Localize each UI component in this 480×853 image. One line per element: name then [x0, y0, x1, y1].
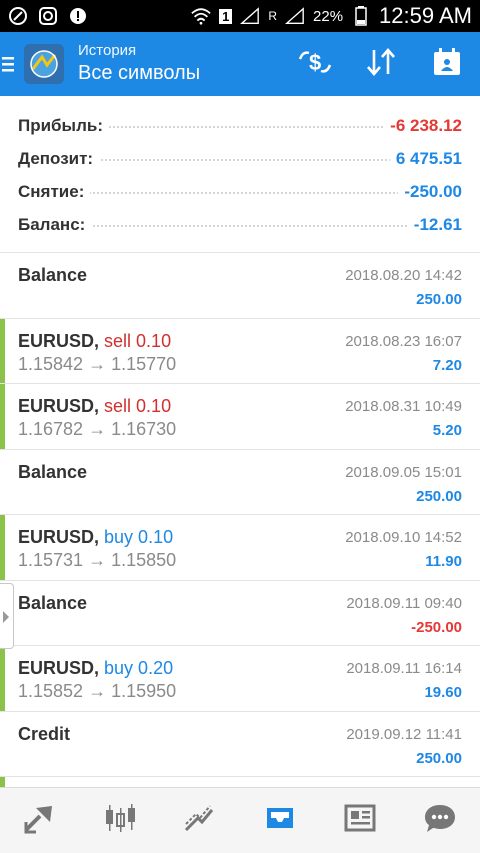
summary-label: Баланс: — [18, 214, 92, 235]
summary-value: -12.61 — [407, 214, 462, 235]
symbol-filter-button[interactable]: $ — [282, 32, 348, 96]
chart-candles-icon — [102, 800, 138, 841]
news-icon — [342, 800, 378, 841]
summary-row-withdrawal: Снятие: -250.00 — [18, 175, 462, 208]
history-profit: 5.20 — [432, 422, 462, 439]
weather-alert-icon — [68, 6, 88, 26]
trade-indicator-bar — [0, 646, 5, 711]
app-logo-icon[interactable] — [24, 44, 64, 84]
trade-icon — [182, 800, 218, 841]
history-time: 2018.08.31 10:49 — [345, 398, 462, 415]
history-time: 2019.09.12 11:41 — [346, 725, 462, 743]
bottom-nav — [0, 787, 480, 853]
period-button[interactable] — [414, 32, 480, 96]
trade-indicator-bar — [0, 384, 5, 449]
trade-prices: 1.16782 → 1.16730 — [18, 419, 177, 439]
history-row[interactable]: Balance 2018.09.11 09:40 -250.00 — [0, 579, 480, 646]
summary-label: Снятие: — [18, 181, 91, 202]
sort-button[interactable] — [348, 32, 414, 96]
nav-news[interactable] — [330, 791, 390, 851]
status-bar: 1 R 22% 12:59 AM — [0, 0, 480, 32]
symbol-name: EURUSD, — [18, 527, 100, 547]
history-profit: 250.00 — [416, 487, 462, 505]
history-profit: 11.90 — [425, 553, 462, 570]
nav-quotes[interactable] — [10, 791, 70, 851]
history-row[interactable]: Credit 2019.09.12 11:41 250.00 — [0, 710, 480, 777]
nav-chat[interactable] — [410, 791, 470, 851]
history-profit: 7.20 — [432, 356, 462, 374]
history-profit: -250.00 — [411, 618, 462, 636]
app-bar: История Все символы $ — [0, 32, 480, 96]
symbol-name: EURUSD, — [18, 396, 100, 416]
summary-value: 6 475.51 — [389, 148, 462, 169]
battery-icon — [351, 6, 371, 26]
svg-text:$: $ — [309, 50, 321, 75]
history-time: 2018.09.11 16:14 — [346, 660, 462, 677]
trade-direction: buy 0.20 — [104, 658, 174, 678]
history-row[interactable]: EURUSD, sell 0.10 1.15842 → 1.15770 2018.0… — [0, 317, 480, 383]
history-list: Balance 2018.08.20 14:42 250.00 EURUSD, sel… — [0, 252, 480, 789]
summary-row-profit: Прибыль: -6 238.12 — [18, 109, 462, 142]
ring-icon — [8, 6, 28, 26]
drawer-handle[interactable] — [0, 583, 14, 649]
history-row[interactable]: Balance 2018.08.20 14:42 250.00 — [0, 252, 480, 318]
history-row[interactable]: EURUSD, buy 0.20 1.15852 → 1.15950 2018.09… — [0, 645, 480, 711]
battery-percent: 22% — [313, 7, 344, 25]
history-row[interactable]: Balance 2018.09.05 15:01 250.00 — [0, 448, 480, 515]
history-time: 2018.09.11 09:40 — [346, 594, 462, 612]
trade-direction: sell 0.10 — [104, 330, 172, 351]
summary-label: Депозит: — [18, 148, 100, 169]
signal-icon-2 — [285, 6, 305, 26]
history-profit: 19.60 — [424, 684, 462, 701]
summary-label: Прибыль: — [18, 115, 109, 136]
signal-icon — [240, 6, 260, 26]
currency-exchange-icon: $ — [297, 47, 333, 82]
history-row[interactable]: EURUSD, buy 0.10 1.15731 → 1.15850 2018.09… — [0, 514, 480, 580]
history-time: 2018.09.05 15:01 — [345, 463, 462, 481]
history-inbox-icon — [262, 800, 298, 841]
history-row[interactable]: EURUSD, sell 0.10 1.16782 → 1.16730 2018.0… — [0, 383, 480, 449]
trade-indicator-bar — [0, 318, 5, 383]
history-time: 2018.08.23 16:07 — [345, 332, 462, 350]
menu-icon[interactable] — [2, 32, 20, 96]
symbol-name: Balance — [18, 592, 88, 613]
sort-arrows-icon — [365, 47, 397, 82]
summary-row-deposit: Депозит: 6 475.51 — [18, 142, 462, 175]
symbol-name: Balance — [18, 461, 88, 482]
summary-panel: Прибыль: -6 238.12 Депозит: 6 475.51 Сня… — [0, 96, 480, 241]
symbol-name: Balance — [18, 265, 88, 285]
history-time: 2018.08.20 14:42 — [345, 267, 462, 284]
sim-slot-label: 1 — [219, 8, 233, 24]
app-bar-subtitle: История — [78, 42, 137, 59]
symbol-name: EURUSD, — [18, 330, 100, 351]
trade-direction: sell 0.10 — [104, 396, 172, 416]
clock: 12:59 AM — [379, 3, 472, 28]
quotes-icon — [22, 800, 58, 841]
app-bar-titles[interactable]: История Все символы — [78, 42, 200, 86]
instagram-icon — [38, 6, 58, 26]
history-profit: 250.00 — [416, 291, 462, 308]
symbol-name: Credit — [18, 723, 71, 744]
symbol-name: EURUSD, — [18, 658, 100, 678]
nav-history[interactable] — [250, 791, 310, 851]
history-time: 2018.09.10 14:52 — [345, 529, 462, 546]
nav-trade[interactable] — [170, 791, 230, 851]
trade-indicator-bar — [0, 515, 5, 580]
summary-value: -6 238.12 — [384, 115, 462, 136]
wifi-icon — [191, 6, 211, 26]
trade-direction: buy 0.10 — [104, 527, 174, 547]
trade-prices: 1.15842 → 1.15770 — [18, 353, 177, 374]
history-profit: 250.00 — [416, 749, 462, 767]
summary-row-balance: Баланс: -12.61 — [18, 208, 462, 241]
trade-prices: 1.15731 → 1.15850 — [18, 550, 177, 570]
app-bar-title: Все символы — [78, 62, 201, 84]
calendar-icon — [432, 47, 462, 82]
chat-icon — [422, 800, 458, 841]
nav-charts[interactable] — [90, 791, 150, 851]
trade-prices: 1.15852 → 1.15950 — [18, 681, 177, 701]
roaming-label: R — [268, 9, 278, 23]
summary-value: -250.00 — [398, 181, 462, 202]
